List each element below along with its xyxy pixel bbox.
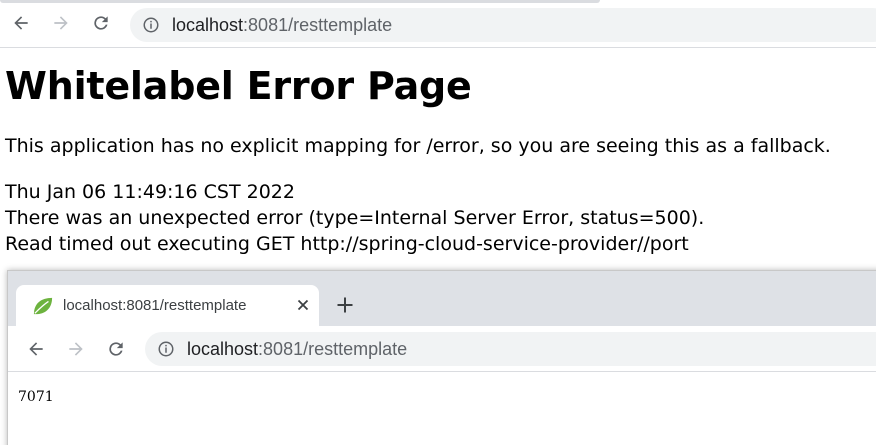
page-title: Whitelabel Error Page	[5, 64, 472, 108]
reload-icon	[109, 342, 123, 356]
browser-toolbar: localhost:8081/resttemplate	[0, 0, 876, 48]
address-bar[interactable]: localhost:8081/resttemplate	[130, 8, 876, 42]
address-bar-2[interactable]: localhost:8081/resttemplate	[145, 332, 876, 366]
url-path: :8081/resttemplate	[243, 15, 393, 35]
error-details: Thu Jan 06 11:49:16 CST 2022 There was a…	[5, 179, 875, 257]
reload-button-2[interactable]	[104, 337, 128, 361]
forward-button[interactable]	[49, 11, 73, 35]
error-page: Whitelabel Error Page This application h…	[5, 58, 875, 257]
url-path-2: :8081/resttemplate	[258, 339, 408, 359]
back-arrow-icon	[29, 342, 43, 356]
tab-strip-edge	[0, 0, 600, 3]
forward-arrow-icon	[54, 16, 68, 30]
url-host: localhost	[172, 15, 244, 35]
intro-text: This application has no explicit mapping…	[5, 135, 831, 157]
browser-toolbar-2: localhost:8081/resttemplate	[8, 326, 876, 372]
plus-icon[interactable]	[335, 295, 355, 315]
reload-button[interactable]	[89, 11, 113, 35]
tab-strip: localhost:8081/resttemplate	[8, 271, 876, 326]
forward-button-2[interactable]	[64, 337, 88, 361]
tab-resttemplate[interactable]: localhost:8081/resttemplate	[16, 285, 319, 326]
url-host-2: localhost	[187, 339, 259, 359]
error-timestamp: Thu Jan 06 11:49:16 CST 2022	[5, 181, 295, 203]
info-icon[interactable]	[142, 16, 160, 34]
response-body: 7071	[18, 389, 54, 405]
second-browser-window: localhost:8081/resttemplate localhost:80…	[7, 270, 876, 445]
back-button[interactable]	[9, 11, 33, 35]
reload-icon	[94, 16, 108, 30]
error-type: There was an unexpected error (type=Inte…	[5, 207, 705, 229]
error-message: Read timed out executing GET http://spri…	[5, 233, 689, 255]
close-icon[interactable]	[294, 296, 312, 314]
forward-arrow-icon	[69, 342, 83, 356]
back-arrow-icon	[14, 16, 28, 30]
info-icon[interactable]	[157, 340, 175, 358]
url-text-2: localhost:8081/resttemplate	[187, 338, 407, 360]
tab-title: localhost:8081/resttemplate	[63, 297, 247, 314]
spring-leaf-icon	[33, 297, 53, 315]
back-button-2[interactable]	[24, 337, 48, 361]
url-text: localhost:8081/resttemplate	[172, 14, 392, 36]
